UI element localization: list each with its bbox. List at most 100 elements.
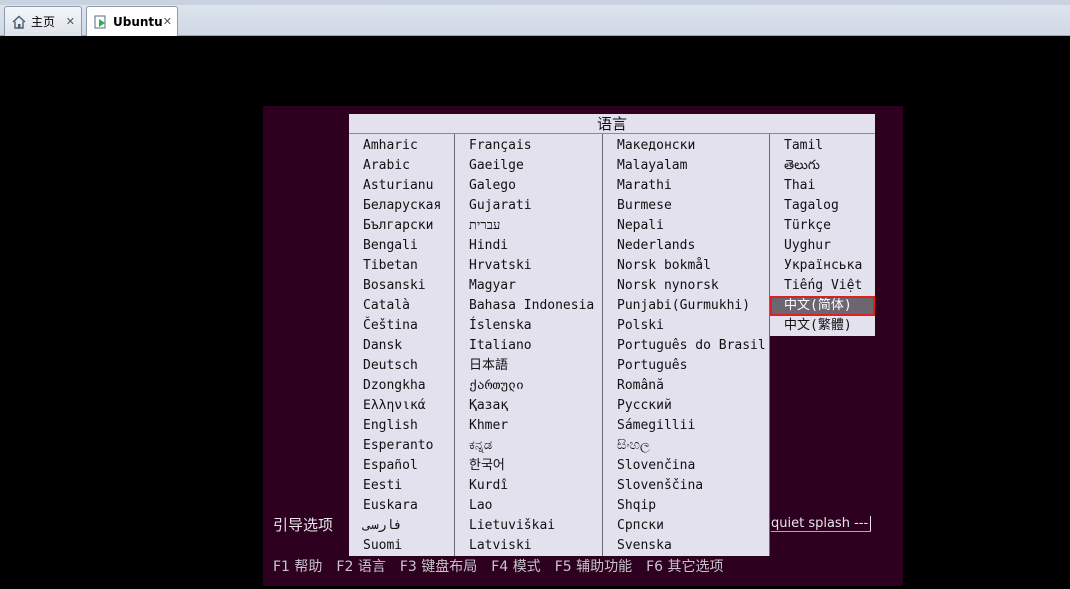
language-option[interactable]: Khmer [455,416,602,436]
tab-bar-strip [0,0,1070,5]
language-option[interactable]: Sámegillii [603,416,769,436]
language-option[interactable]: Slovenčina [603,456,769,476]
language-option[interactable]: Hrvatski [455,256,602,276]
language-option[interactable]: Marathi [603,176,769,196]
function-key-code: F5 [554,559,572,575]
language-option[interactable]: Ελληνικά [349,396,454,416]
language-option[interactable]: Shqip [603,496,769,516]
function-key-code: F6 [646,559,664,575]
boot-cmdline-text: quiet splash --- [771,516,869,531]
language-option[interactable]: Tiếng Việt [770,276,875,296]
language-option[interactable]: Galego [455,176,602,196]
function-key-f6[interactable]: F6 其它选项 [646,556,723,576]
tab-home[interactable]: 主页 ✕ [4,6,82,36]
function-key-code: F1 [273,559,290,575]
language-option[interactable]: 한국어 [455,456,602,476]
language-option[interactable]: Dzongkha [349,376,454,396]
function-key-f3[interactable]: F3 键盘布局 [400,556,477,576]
language-option[interactable]: Punjabi(Gurmukhi) [603,296,769,316]
language-column-4: Tamil తెలుగు Thai Tagalog Türkçe Uyghur Україн… [770,134,875,336]
text-cursor [870,516,872,531]
language-option[interactable]: Română [603,376,769,396]
language-option[interactable]: Tagalog [770,196,875,216]
function-key-label: 辅助功能 [576,559,633,575]
language-option[interactable]: Türkçe [770,216,875,236]
function-key-label: 模式 [512,559,541,575]
language-option[interactable]: Slovenščina [603,476,769,496]
language-option[interactable]: Русский [603,396,769,416]
language-option[interactable]: Eesti [349,476,454,496]
function-key-code: F3 [399,559,417,575]
language-option[interactable]: Gujarati [455,196,602,216]
language-option[interactable]: Қазақ [455,396,602,416]
language-option[interactable]: Tamil [770,136,875,156]
language-option[interactable]: Thai [770,176,875,196]
language-option[interactable]: Íslenska [455,316,602,336]
language-option[interactable]: Malayalam [603,156,769,176]
language-option[interactable]: ქართული [455,376,602,396]
language-option[interactable]: Lao [455,496,602,516]
language-option[interactable]: Nederlands [603,236,769,256]
close-icon[interactable]: ✕ [163,15,172,28]
language-option[interactable]: Svenska [603,536,769,556]
language-option[interactable]: Dansk [349,336,454,356]
function-key-f4[interactable]: F4 模式 [491,556,540,576]
language-option[interactable]: Български [349,216,454,236]
language-option[interactable]: Deutsch [349,356,454,376]
language-option[interactable]: Čeština [349,316,454,336]
language-column-2: Français Gaeilge Galego Gujarati עברית Hindi H… [455,134,603,556]
language-option[interactable]: Norsk bokmål [603,256,769,276]
boot-options-input[interactable]: quiet splash --- [771,516,872,532]
language-option[interactable]: ಕನ್ನಡ [455,436,602,456]
language-option[interactable]: සිංහල [603,436,769,456]
language-option[interactable]: Asturianu [349,176,454,196]
language-option[interactable]: Українська [770,256,875,276]
language-option[interactable]: Burmese [603,196,769,216]
language-option[interactable]: Bengali [349,236,454,256]
language-option[interactable]: Беларуская [349,196,454,216]
language-option[interactable]: Uyghur [770,236,875,256]
language-option[interactable]: فارسی [349,516,454,536]
function-key-bar: F1 帮助 F2 语言 F3 键盘布局 F4 模式 F5 辅助功能 F6 其它选项 [273,556,738,576]
language-option[interactable]: Amharic [349,136,454,156]
language-option[interactable]: Gaeilge [455,156,602,176]
language-option[interactable]: Italiano [455,336,602,356]
language-option[interactable]: Suomi [349,536,454,556]
language-option[interactable]: Norsk nynorsk [603,276,769,296]
language-option[interactable]: English [349,416,454,436]
function-key-f2[interactable]: F2 语言 [336,556,385,576]
tab-ubuntu-label: Ubuntu [113,14,163,29]
language-option[interactable]: עברית [455,216,602,236]
language-option[interactable]: Polski [603,316,769,336]
function-key-code: F2 [336,559,354,575]
language-option[interactable]: 中文(繁體) [770,316,875,336]
language-option[interactable]: Português [603,356,769,376]
language-option[interactable]: Tibetan [349,256,454,276]
language-option[interactable]: 中文(简体) [770,296,875,316]
language-column-1: Amharic Arabic Asturianu Беларуская Българск… [349,134,455,556]
language-option[interactable]: తెలుగు [770,156,875,176]
language-option[interactable]: Kurdî [455,476,602,496]
language-option[interactable]: Français [455,136,602,156]
language-option[interactable]: Српски [603,516,769,536]
function-key-f1[interactable]: F1 帮助 [273,556,322,576]
language-option[interactable]: Bosanski [349,276,454,296]
language-column-3: Македонски Malayalam Marathi Burmese Nepali N… [603,134,770,556]
language-option[interactable]: Español [349,456,454,476]
language-option[interactable]: Português do Brasil [603,336,769,356]
tab-ubuntu[interactable]: Ubuntu ✕ [86,6,178,36]
language-option[interactable]: Hindi [455,236,602,256]
language-option[interactable]: 日本語 [455,356,602,376]
language-option[interactable]: Arabic [349,156,454,176]
language-option[interactable]: Lietuviškai [455,516,602,536]
language-option[interactable]: Bahasa Indonesia [455,296,602,316]
language-option[interactable]: Esperanto [349,436,454,456]
language-option[interactable]: Magyar [455,276,602,296]
language-option[interactable]: Nepali [603,216,769,236]
close-icon[interactable]: ✕ [66,15,75,28]
language-option[interactable]: Català [349,296,454,316]
language-option[interactable]: Euskara [349,496,454,516]
function-key-f5[interactable]: F5 辅助功能 [555,556,632,576]
language-option[interactable]: Македонски [603,136,769,156]
language-option[interactable]: Latviski [455,536,602,556]
